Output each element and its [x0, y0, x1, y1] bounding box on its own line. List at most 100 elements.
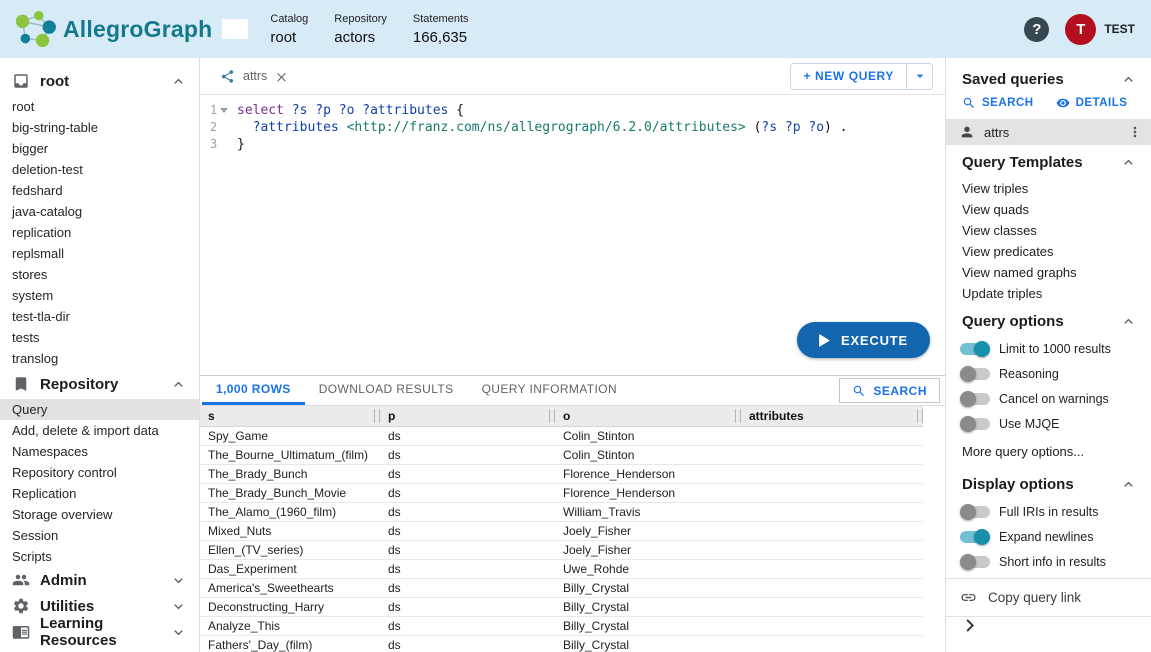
query-templates-header[interactable]: Query Templates — [946, 145, 1151, 178]
toggle-short-info-in-results[interactable] — [960, 556, 990, 568]
sidebar-item-fedshard[interactable]: fedshard — [0, 180, 199, 201]
sidebar-item-tests[interactable]: tests — [0, 327, 199, 348]
template-view-predicates[interactable]: View predicates — [946, 241, 1151, 262]
table-cell: Spy_Game — [200, 427, 380, 446]
results-tab-1-000-rows[interactable]: 1,000 ROWS — [202, 376, 305, 405]
details-eye-icon — [1056, 96, 1070, 110]
toggle-full-iris-in-results[interactable] — [960, 506, 990, 518]
toggle-cancel-on-warnings[interactable] — [960, 393, 990, 405]
sidebar-section-admin[interactable]: Admin — [0, 567, 199, 593]
query-options-header[interactable]: Query options — [946, 304, 1151, 337]
display-options-header[interactable]: Display options — [946, 467, 1151, 500]
template-view-named-graphs[interactable]: View named graphs — [946, 262, 1151, 283]
template-view-quads[interactable]: View quads — [946, 199, 1151, 220]
catalog-label: Catalog — [270, 13, 308, 25]
fold-arrow-icon[interactable] — [220, 108, 228, 113]
results-tab-download-results[interactable]: DOWNLOAD RESULTS — [305, 376, 468, 405]
sidebar-item-stores[interactable]: stores — [0, 264, 199, 285]
sidebar-section-label: Learning Resources — [40, 615, 160, 649]
saved-query-item-attrs[interactable]: attrs — [946, 119, 1151, 145]
catalog-value[interactable]: root — [270, 29, 308, 46]
sidebar-item-storage-overview[interactable]: Storage overview — [0, 504, 199, 525]
sidebar-item-scripts[interactable]: Scripts — [0, 546, 199, 567]
saved-queries-list: attrs — [946, 119, 1151, 145]
saved-queries-search-button[interactable]: SEARCH — [962, 96, 1034, 110]
toggle-limit-to-1000-results[interactable] — [960, 343, 990, 355]
table-row[interactable]: The_Bourne_Ultimatum_(film)dsColin_Stint… — [200, 446, 923, 465]
sidebar-item-system[interactable]: system — [0, 285, 199, 306]
collapse-panel-button[interactable] — [960, 616, 979, 640]
table-row[interactable]: Das_ExperimentdsUwe_Rohde — [200, 560, 923, 579]
option-full-iris-in-results: Full IRIs in results — [946, 500, 1151, 525]
sidebar-section-repository[interactable]: Repository — [0, 369, 199, 399]
table-cell: Mixed_Nuts — [200, 522, 380, 541]
sidebar-item-big-string-table[interactable]: big-string-table — [0, 117, 199, 138]
sidebar-item-session[interactable]: Session — [0, 525, 199, 546]
saved-queries-details-button[interactable]: DETAILS — [1056, 96, 1128, 110]
copy-query-link-button[interactable]: Copy query link — [946, 578, 1151, 617]
option-label: Full IRIs in results — [999, 505, 1098, 519]
column-header-attributes[interactable]: attributes — [741, 406, 923, 427]
results-table: spoattributes Spy_GamedsColin_StintonThe… — [200, 406, 923, 652]
sidebar-item-namespaces[interactable]: Namespaces — [0, 441, 199, 462]
user-avatar[interactable]: T — [1065, 14, 1096, 45]
chevron-down-icon — [170, 572, 187, 589]
sidebar-item-add-delete-import-data[interactable]: Add, delete & import data — [0, 420, 199, 441]
results-search-button[interactable]: SEARCH — [839, 378, 940, 403]
toggle-use-mjqe[interactable] — [960, 418, 990, 430]
execute-button[interactable]: EXECUTE — [797, 322, 930, 358]
table-row[interactable]: The_Brady_Bunch_MoviedsFlorence_Henderso… — [200, 484, 923, 503]
option-label: Cancel on warnings — [999, 392, 1109, 406]
table-cell — [741, 598, 923, 617]
toggle-knob — [960, 391, 976, 407]
sidebar-item-translog[interactable]: translog — [0, 348, 199, 369]
sidebar-item-test-tla-dir[interactable]: test-tla-dir — [0, 306, 199, 327]
table-cell: Colin_Stinton — [555, 427, 741, 446]
table-row[interactable]: Fathers'_Day_(film)dsBilly_Crystal — [200, 636, 923, 652]
sidebar-item-deletion-test[interactable]: deletion-test — [0, 159, 199, 180]
table-row[interactable]: Spy_GamedsColin_Stinton — [200, 427, 923, 446]
template-view-triples[interactable]: View triples — [946, 178, 1151, 199]
table-row[interactable]: Deconstructing_HarrydsBilly_Crystal — [200, 598, 923, 617]
sidebar-item-replsmall[interactable]: replsmall — [0, 243, 199, 264]
sidebar-item-repository-control[interactable]: Repository control — [0, 462, 199, 483]
statements-stat: Statements 166,635 — [413, 13, 469, 46]
more-query-options-link[interactable]: More query options... — [946, 437, 1151, 467]
close-tab-icon[interactable] — [275, 70, 288, 83]
column-header-p[interactable]: p — [380, 406, 555, 427]
table-row[interactable]: America's_SweetheartsdsBilly_Crystal — [200, 579, 923, 598]
tab-attrs[interactable]: attrs — [212, 58, 296, 94]
saved-queries-actions: SEARCH DETAILS — [946, 95, 1151, 119]
sidebar-item-replication[interactable]: Replication — [0, 483, 199, 504]
column-header-o[interactable]: o — [555, 406, 741, 427]
table-row[interactable]: The_Brady_BunchdsFlorence_Henderson — [200, 465, 923, 484]
table-row[interactable]: Analyze_ThisdsBilly_Crystal — [200, 617, 923, 636]
repository-value[interactable]: actors — [334, 29, 387, 46]
sidebar-item-bigger[interactable]: bigger — [0, 138, 199, 159]
table-row[interactable]: Ellen_(TV_series)dsJoely_Fisher — [200, 541, 923, 560]
new-query-dropdown-button[interactable] — [906, 64, 932, 89]
table-cell: Billy_Crystal — [555, 598, 741, 617]
template-view-classes[interactable]: View classes — [946, 220, 1151, 241]
new-query-button[interactable]: + NEW QUERY — [791, 64, 906, 89]
table-row[interactable]: Mixed_NutsdsJoely_Fisher — [200, 522, 923, 541]
sidebar-item-root[interactable]: root — [0, 96, 199, 117]
saved-queries-header[interactable]: Saved queries — [946, 62, 1151, 95]
sidebar-item-java-catalog[interactable]: java-catalog — [0, 201, 199, 222]
molecule-logo-icon — [10, 8, 56, 50]
template-update-triples[interactable]: Update triples — [946, 283, 1151, 304]
table-row[interactable]: The_Alamo_(1960_film)dsWilliam_Travis — [200, 503, 923, 522]
chevron-up-icon — [170, 376, 187, 393]
toggle-reasoning[interactable] — [960, 368, 990, 380]
sidebar-item-query[interactable]: Query — [0, 399, 199, 420]
results-tab-query-information[interactable]: QUERY INFORMATION — [468, 376, 631, 405]
table-cell: The_Bourne_Ultimatum_(film) — [200, 446, 380, 465]
query-editor[interactable]: 123 select ?s ?p ?o ?attributes { ?attri… — [200, 95, 945, 375]
help-button[interactable]: ? — [1024, 17, 1049, 42]
tab-label: attrs — [243, 69, 267, 83]
toggle-expand-newlines[interactable] — [960, 531, 990, 543]
sidebar-section-root[interactable]: root — [0, 66, 199, 96]
column-header-s[interactable]: s — [200, 406, 380, 427]
sidebar-item-replication[interactable]: replication — [0, 222, 199, 243]
sidebar-section-learning-resources[interactable]: Learning Resources — [0, 619, 199, 645]
